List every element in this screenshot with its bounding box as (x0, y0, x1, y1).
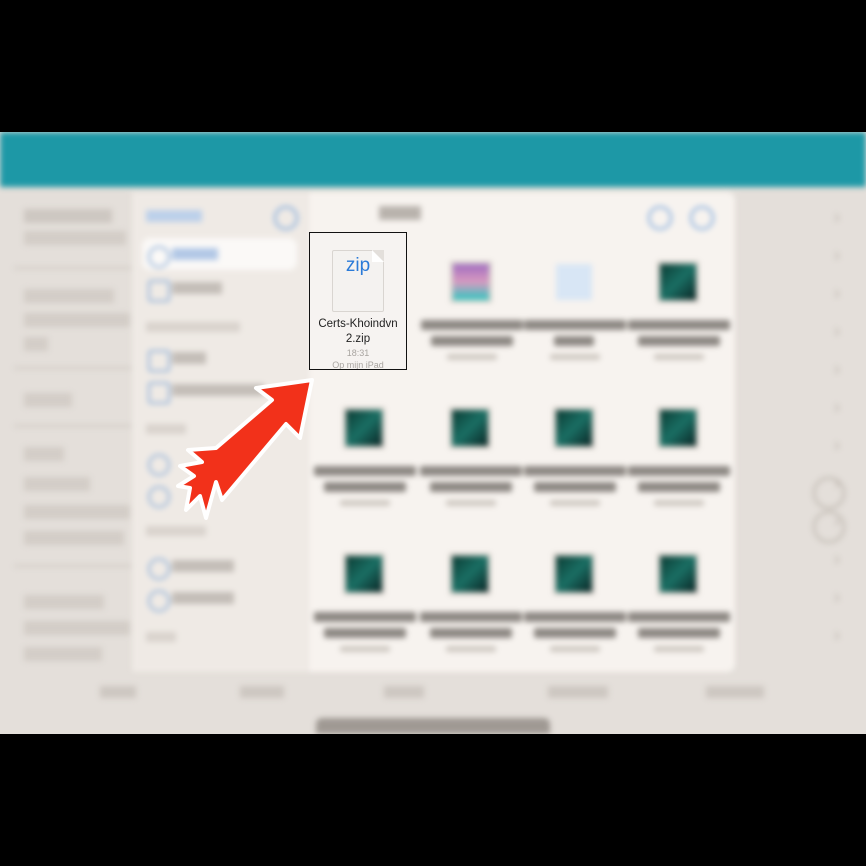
red-arrow-icon (176, 378, 314, 520)
background-sidebar (0, 187, 132, 734)
file-name-line1: Certs-Khoindvn (318, 318, 398, 330)
blurred-background: › › › › › › › › › › › › (0, 132, 866, 734)
file-location: Op mijn iPad (332, 360, 384, 370)
background-right-panel: › › › › › › › › › › › › (735, 187, 866, 734)
zip-icon-label: zip (345, 255, 371, 276)
file-time: 18:31 (346, 348, 370, 358)
home-indicator (316, 718, 550, 734)
zip-file-item[interactable]: zip Certs-Khoindvn 2.zip 18:31 Op mijn i… (309, 232, 407, 370)
file-name-line2: 2.zip (345, 333, 371, 345)
file-name: Certs-Khoindvn 2.zip (310, 317, 406, 347)
app-screen: › › › › › › › › › › › › (0, 132, 866, 734)
top-bar (0, 132, 866, 187)
